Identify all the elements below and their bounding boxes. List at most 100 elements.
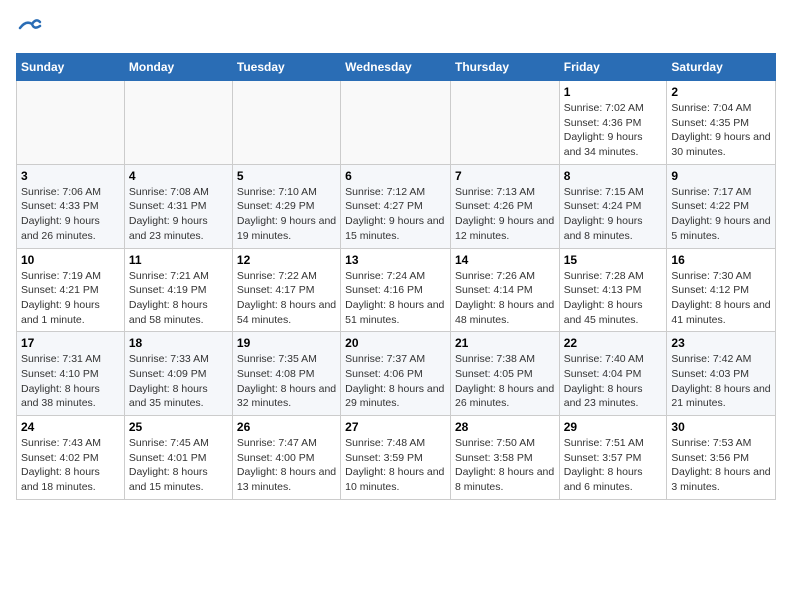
day-number: 17 (21, 336, 120, 350)
calendar-cell (450, 81, 559, 165)
day-number: 20 (345, 336, 446, 350)
day-number: 13 (345, 253, 446, 267)
day-number: 16 (671, 253, 771, 267)
day-number: 7 (455, 169, 555, 183)
day-info: Sunrise: 7:40 AM Sunset: 4:04 PM Dayligh… (564, 352, 663, 411)
calendar-cell: 3 Sunrise: 7:06 AM Sunset: 4:33 PM Daylig… (17, 164, 125, 248)
weekday-header-wednesday: Wednesday (341, 54, 451, 81)
day-info: Sunrise: 7:31 AM Sunset: 4:10 PM Dayligh… (21, 352, 120, 411)
calendar-table: SundayMondayTuesdayWednesdayThursdayFrid… (16, 53, 776, 500)
day-info: Sunrise: 7:04 AM Sunset: 4:35 PM Dayligh… (671, 101, 771, 160)
day-number: 25 (129, 420, 228, 434)
day-info: Sunrise: 7:51 AM Sunset: 3:57 PM Dayligh… (564, 436, 663, 495)
day-number: 18 (129, 336, 228, 350)
calendar-cell (124, 81, 232, 165)
day-number: 6 (345, 169, 446, 183)
calendar-cell: 14 Sunrise: 7:26 AM Sunset: 4:14 PM Dayli… (450, 248, 559, 332)
day-number: 27 (345, 420, 446, 434)
day-number: 26 (237, 420, 336, 434)
weekday-header-thursday: Thursday (450, 54, 559, 81)
day-info: Sunrise: 7:50 AM Sunset: 3:58 PM Dayligh… (455, 436, 555, 495)
day-info: Sunrise: 7:48 AM Sunset: 3:59 PM Dayligh… (345, 436, 446, 495)
calendar-cell (17, 81, 125, 165)
day-info: Sunrise: 7:22 AM Sunset: 4:17 PM Dayligh… (237, 269, 336, 328)
day-info: Sunrise: 7:02 AM Sunset: 4:36 PM Dayligh… (564, 101, 663, 160)
calendar-week-row: 10Sunrise: 7:19 AM Sunset: 4:21 PM Dayli… (17, 248, 776, 332)
day-number: 21 (455, 336, 555, 350)
day-number: 30 (671, 420, 771, 434)
calendar-cell: 22 Sunrise: 7:40 AM Sunset: 4:04 PM Dayli… (559, 332, 667, 416)
calendar-cell: 10Sunrise: 7:19 AM Sunset: 4:21 PM Dayli… (17, 248, 125, 332)
day-number: 1 (564, 85, 663, 99)
weekday-header-row: SundayMondayTuesdayWednesdayThursdayFrid… (17, 54, 776, 81)
calendar-cell: 15 Sunrise: 7:28 AM Sunset: 4:13 PM Dayli… (559, 248, 667, 332)
day-number: 22 (564, 336, 663, 350)
calendar-cell: 26 Sunrise: 7:47 AM Sunset: 4:00 PM Dayli… (232, 416, 340, 500)
calendar-cell (232, 81, 340, 165)
day-number: 3 (21, 169, 120, 183)
calendar-cell: 13 Sunrise: 7:24 AM Sunset: 4:16 PM Dayli… (341, 248, 451, 332)
day-info: Sunrise: 7:10 AM Sunset: 4:29 PM Dayligh… (237, 185, 336, 244)
calendar-cell: 23Sunrise: 7:42 AM Sunset: 4:03 PM Dayli… (667, 332, 776, 416)
day-number: 15 (564, 253, 663, 267)
day-info: Sunrise: 7:13 AM Sunset: 4:26 PM Dayligh… (455, 185, 555, 244)
calendar-cell: 19 Sunrise: 7:35 AM Sunset: 4:08 PM Dayli… (232, 332, 340, 416)
calendar-cell: 27 Sunrise: 7:48 AM Sunset: 3:59 PM Dayli… (341, 416, 451, 500)
day-number: 12 (237, 253, 336, 267)
calendar-cell: 24 Sunrise: 7:43 AM Sunset: 4:02 PM Dayli… (17, 416, 125, 500)
calendar-cell: 5 Sunrise: 7:10 AM Sunset: 4:29 PM Daylig… (232, 164, 340, 248)
calendar-week-row: 1 Sunrise: 7:02 AM Sunset: 4:36 PM Daylig… (17, 81, 776, 165)
day-info: Sunrise: 7:12 AM Sunset: 4:27 PM Dayligh… (345, 185, 446, 244)
weekday-header-saturday: Saturday (667, 54, 776, 81)
day-info: Sunrise: 7:47 AM Sunset: 4:00 PM Dayligh… (237, 436, 336, 495)
day-number: 14 (455, 253, 555, 267)
logo (16, 16, 42, 45)
day-number: 9 (671, 169, 771, 183)
calendar-cell: 8 Sunrise: 7:15 AM Sunset: 4:24 PM Daylig… (559, 164, 667, 248)
day-info: Sunrise: 7:15 AM Sunset: 4:24 PM Dayligh… (564, 185, 663, 244)
calendar-cell: 2 Sunrise: 7:04 AM Sunset: 4:35 PM Daylig… (667, 81, 776, 165)
day-info: Sunrise: 7:26 AM Sunset: 4:14 PM Dayligh… (455, 269, 555, 328)
calendar-cell: 18Sunrise: 7:33 AM Sunset: 4:09 PM Dayli… (124, 332, 232, 416)
calendar-cell: 21 Sunrise: 7:38 AM Sunset: 4:05 PM Dayli… (450, 332, 559, 416)
day-number: 19 (237, 336, 336, 350)
day-number: 28 (455, 420, 555, 434)
day-number: 4 (129, 169, 228, 183)
day-info: Sunrise: 7:08 AM Sunset: 4:31 PM Dayligh… (129, 185, 228, 244)
logo-icon (18, 16, 42, 40)
calendar-cell: 9Sunrise: 7:17 AM Sunset: 4:22 PM Daylig… (667, 164, 776, 248)
day-info: Sunrise: 7:53 AM Sunset: 3:56 PM Dayligh… (671, 436, 771, 495)
day-info: Sunrise: 7:06 AM Sunset: 4:33 PM Dayligh… (21, 185, 120, 244)
calendar-week-row: 17 Sunrise: 7:31 AM Sunset: 4:10 PM Dayli… (17, 332, 776, 416)
calendar-cell: 30 Sunrise: 7:53 AM Sunset: 3:56 PM Dayli… (667, 416, 776, 500)
day-number: 5 (237, 169, 336, 183)
day-info: Sunrise: 7:37 AM Sunset: 4:06 PM Dayligh… (345, 352, 446, 411)
calendar-cell: 17 Sunrise: 7:31 AM Sunset: 4:10 PM Dayli… (17, 332, 125, 416)
day-number: 8 (564, 169, 663, 183)
day-info: Sunrise: 7:24 AM Sunset: 4:16 PM Dayligh… (345, 269, 446, 328)
day-info: Sunrise: 7:35 AM Sunset: 4:08 PM Dayligh… (237, 352, 336, 411)
calendar-cell: 4 Sunrise: 7:08 AM Sunset: 4:31 PM Daylig… (124, 164, 232, 248)
calendar-cell: 28 Sunrise: 7:50 AM Sunset: 3:58 PM Dayli… (450, 416, 559, 500)
weekday-header-sunday: Sunday (17, 54, 125, 81)
day-info: Sunrise: 7:38 AM Sunset: 4:05 PM Dayligh… (455, 352, 555, 411)
day-number: 24 (21, 420, 120, 434)
day-info: Sunrise: 7:30 AM Sunset: 4:12 PM Dayligh… (671, 269, 771, 328)
calendar-cell: 7 Sunrise: 7:13 AM Sunset: 4:26 PM Daylig… (450, 164, 559, 248)
calendar-cell: 16 Sunrise: 7:30 AM Sunset: 4:12 PM Dayli… (667, 248, 776, 332)
calendar-cell: 1 Sunrise: 7:02 AM Sunset: 4:36 PM Daylig… (559, 81, 667, 165)
weekday-header-friday: Friday (559, 54, 667, 81)
day-info: Sunrise: 7:21 AM Sunset: 4:19 PM Dayligh… (129, 269, 228, 328)
calendar-week-row: 24 Sunrise: 7:43 AM Sunset: 4:02 PM Dayli… (17, 416, 776, 500)
weekday-header-tuesday: Tuesday (232, 54, 340, 81)
calendar-cell: 11 Sunrise: 7:21 AM Sunset: 4:19 PM Dayli… (124, 248, 232, 332)
day-number: 11 (129, 253, 228, 267)
day-info: Sunrise: 7:28 AM Sunset: 4:13 PM Dayligh… (564, 269, 663, 328)
day-number: 29 (564, 420, 663, 434)
day-number: 2 (671, 85, 771, 99)
calendar-cell: 6 Sunrise: 7:12 AM Sunset: 4:27 PM Daylig… (341, 164, 451, 248)
day-info: Sunrise: 7:42 AM Sunset: 4:03 PM Dayligh… (671, 352, 771, 411)
calendar-cell: 25Sunrise: 7:45 AM Sunset: 4:01 PM Dayli… (124, 416, 232, 500)
calendar-week-row: 3 Sunrise: 7:06 AM Sunset: 4:33 PM Daylig… (17, 164, 776, 248)
day-info: Sunrise: 7:43 AM Sunset: 4:02 PM Dayligh… (21, 436, 120, 495)
